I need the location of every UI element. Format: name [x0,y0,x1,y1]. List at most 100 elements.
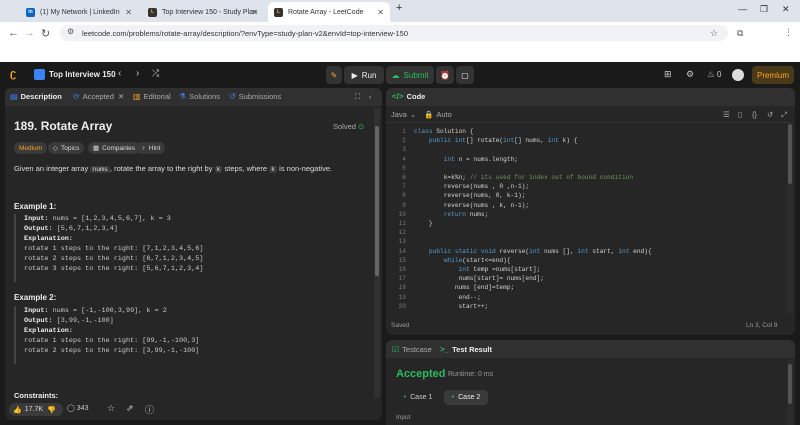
user-avatar[interactable] [732,69,744,81]
line-number: 15 [398,256,406,264]
debug-button[interactable]: ✎ [326,66,342,84]
code-editor[interactable]: 1 class Solution {2 public int[] rotate(i… [386,126,786,314]
layout-icon[interactable]: ⊞ [664,69,672,80]
browser-menu-icon[interactable]: ⋮ [784,27,793,38]
browser-tab-linkedin[interactable]: in (1) My Network | LinkedIn ✕ [20,2,138,22]
prev-problem-icon[interactable]: ‹ [118,68,121,79]
extensions-icon[interactable]: ⧉ [737,28,743,39]
url-field[interactable]: ⚙ leetcode.com/problems/rotate-array/des… [60,25,728,41]
line-number: 1 [402,128,406,135]
close-tab-icon[interactable]: ✕ [125,8,132,17]
input-label: Input [396,414,411,421]
output-value: [5,6,7,1,2,3,4] [56,225,118,233]
fullscreen-icon[interactable]: ⛶ [355,92,360,102]
scrollbar-thumb[interactable] [788,364,792,404]
input-label: Input: [24,215,49,223]
format-icon[interactable]: ☰ [723,110,730,119]
footer-bar: 👍 17.7K 👎 ◯ 343 ☆ ⇗ ⓘ [5,400,375,420]
submit-button[interactable]: ☁ Submit [386,66,434,84]
streak-fire-icon: ♨ [707,69,716,79]
code-line: return nums; [443,210,489,218]
lock-icon: 🔒 [424,110,434,119]
notes-button[interactable]: ▢ [456,66,474,84]
companies-tag[interactable]: ▦ Companies [88,142,141,154]
tab-solutions[interactable]: ⚗ Solutions [179,92,220,101]
settings-gear-icon[interactable]: ⚙ [686,69,694,80]
explanation-line: rotate 3 steps to the right: [5,6,7,1,2,… [24,265,204,273]
code-scrollbar[interactable] [787,124,793,314]
bookmark-icon[interactable]: ▯ [738,110,742,119]
tab-editorial[interactable]: ▥ Editorial [133,92,171,101]
topics-tag[interactable]: ◇ Topics [48,142,85,154]
desc-text: is non-negative. [277,164,333,173]
test-scrollbar[interactable] [787,360,793,425]
back-icon[interactable]: ← [8,27,19,39]
line-number: 13 [398,238,406,246]
next-problem-icon[interactable]: › [136,68,139,79]
tag-label: Companies [102,144,136,152]
auto-format-toggle[interactable]: 🔒 Auto [424,110,452,119]
debug-icon: ✎ [330,70,338,80]
code-title: Code [406,92,426,101]
braces-icon[interactable]: {} [752,110,757,119]
reload-icon[interactable]: ↻ [41,27,50,40]
result-status: Accepted [396,368,446,380]
tab-submissions[interactable]: ↺ Submissions [229,92,281,101]
example-1-block: Input: nums = [1,2,3,4,5,6,7], k = 3 Out… [14,214,369,282]
maximize-icon[interactable]: ❐ [760,4,768,15]
explanation-line: rotate 2 steps to the right: [6,7,1,2,3,… [24,255,204,263]
hint-tag[interactable]: ♀ Hint [136,142,166,154]
tab-accepted[interactable]: ⟳ Accepted ✕ [73,92,124,101]
favorite-star-icon[interactable]: ☆ [107,403,115,414]
forward-icon[interactable]: → [24,27,35,39]
close-tab-icon[interactable]: ✕ [377,8,384,17]
cursor-position: Ln 3, Col 9 [746,322,778,329]
leetcode-logo-icon[interactable]: ʗ [10,68,16,80]
bookmark-star-icon[interactable]: ☆ [710,28,718,39]
leetcode-nav: ʗ Top Interview 150 ‹ › ⤮ ✎ ▶ Run ☁ Submit… [0,62,800,88]
tab-testcase[interactable]: ☑ Testcase [392,345,432,354]
timer-button[interactable]: ⏰ [436,66,454,84]
code-tab[interactable]: </> Code [392,92,425,101]
case-2-tab[interactable]: • Case 2 [444,390,488,405]
browser-tab-study-plan[interactable]: L Top Interview 150 - Study Plan ✕ [142,2,264,22]
line-number: 17 [398,275,406,283]
site-info-icon[interactable]: ⚙ [67,27,74,36]
close-tab-icon[interactable]: ✕ [251,8,258,17]
code-line: int n = nums.length; [443,155,518,163]
comments-button[interactable]: ◯ 343 [67,404,88,412]
thumbs-down-icon[interactable]: 👎 [47,406,56,414]
like-button[interactable]: 👍 17.7K 👎 [9,403,63,416]
close-tab-icon[interactable]: ✕ [118,92,124,101]
scrollbar-thumb[interactable] [788,124,792,184]
language-select[interactable]: Java ⌄ [391,110,416,119]
leetcode-icon: L [148,7,157,17]
collapse-icon[interactable]: ‹ [369,92,372,101]
desc-text: , rotate the array to the right by [109,164,215,173]
tab-title: Rotate Array - LeetCode [288,8,364,16]
expand-icon[interactable]: ⤢ [781,110,787,120]
close-window-icon[interactable]: ✕ [782,4,790,15]
alarm-icon: ⏰ [440,70,450,80]
description-scrollbar[interactable] [374,108,380,398]
tag-label: Topics [61,144,80,152]
run-button[interactable]: ▶ Run [344,66,384,84]
run-label: Run [361,70,377,80]
study-plan-title[interactable]: Top Interview 150 [49,70,116,79]
scrollbar-thumb[interactable] [375,126,379,276]
new-tab-button[interactable]: + [396,2,402,14]
premium-button[interactable]: Premium [752,66,794,84]
code-line: nums[start]= nums[end]; [414,275,544,283]
tab-label: Test Result [452,345,492,354]
shuffle-icon[interactable]: ⤮ [152,68,159,79]
share-icon[interactable]: ⇗ [126,403,134,414]
reset-icon[interactable]: ↺ [767,110,773,119]
linkedin-icon: in [26,7,35,17]
case-1-tab[interactable]: • Case 1 [396,390,440,405]
minimize-icon[interactable]: — [738,4,747,14]
help-icon[interactable]: ⓘ [145,403,154,416]
tab-description[interactable]: ▤ Description [10,92,62,101]
browser-tab-rotate-array[interactable]: L Rotate Array - LeetCode ✕ [268,2,390,22]
code-line: class Solution { [414,128,474,135]
tab-test-result[interactable]: >_ Test Result [440,345,492,354]
